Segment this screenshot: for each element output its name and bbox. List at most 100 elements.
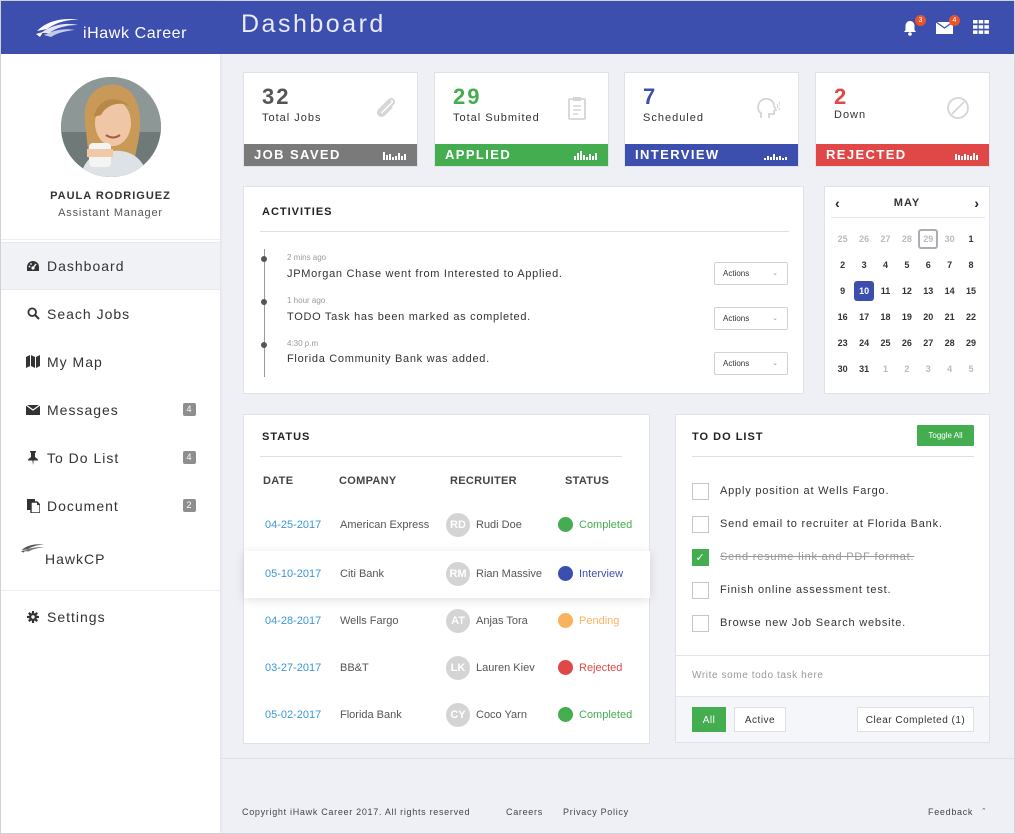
calendar-day[interactable]: 25 xyxy=(875,333,896,359)
stat-label: Scheduled xyxy=(643,112,704,124)
privacy-policy-link[interactable]: Privacy Policy xyxy=(563,807,629,817)
table-row[interactable]: 05-02-2017 Florida Bank CY Coco Yarn Complet… xyxy=(244,692,650,739)
calendar-day[interactable]: 2 xyxy=(832,255,853,281)
calendar-day[interactable]: 9 xyxy=(832,281,853,307)
apps-grid-button[interactable] xyxy=(973,20,991,38)
todo-text: Send email to recruiter at Florida Bank. xyxy=(720,518,943,530)
feedback-link[interactable]: Feedback ˆ xyxy=(928,807,986,817)
calendar-day[interactable]: 7 xyxy=(939,255,960,281)
todo-checkbox[interactable] xyxy=(692,482,709,500)
calendar-day[interactable]: 26 xyxy=(896,333,917,359)
stat-card-applied[interactable]: 29 Total Submited APPLIED xyxy=(434,72,609,167)
column-header-status[interactable]: STATUS xyxy=(565,475,609,487)
sidebar-item-search-jobs[interactable]: Seach Jobs xyxy=(1,290,220,338)
row-date[interactable]: 05-02-2017 xyxy=(265,709,321,721)
calendar-day[interactable]: 16 xyxy=(832,307,853,333)
sidebar-item-todo-list[interactable]: To Do List 4 xyxy=(1,434,220,482)
calendar-day[interactable]: 29 xyxy=(960,333,981,359)
calendar-prev-button[interactable]: ‹ xyxy=(835,195,840,211)
calendar-day[interactable]: 27 xyxy=(875,229,896,255)
calendar-day[interactable]: 4 xyxy=(875,255,896,281)
stat-card-interview[interactable]: 7 Scheduled INTERVIEW xyxy=(624,72,799,167)
stat-bar: APPLIED xyxy=(435,144,608,166)
calendar-day[interactable]: 11 xyxy=(875,281,896,307)
sidebar-item-document[interactable]: Document 2 xyxy=(1,482,220,530)
column-header-company[interactable]: COMPANY xyxy=(339,475,397,487)
column-header-date[interactable]: DATE xyxy=(263,475,293,487)
calendar-day[interactable]: 1 xyxy=(960,229,981,255)
divider xyxy=(831,217,985,218)
calendar-day[interactable]: 29 xyxy=(918,229,939,255)
calendar-day[interactable]: 1 xyxy=(875,359,896,385)
brand[interactable]: iHawk Career xyxy=(1,1,220,54)
calendar-day[interactable]: 26 xyxy=(853,229,874,255)
activity-actions-button[interactable]: Actions ⌄ xyxy=(714,352,788,375)
page-footer: Copyright iHawk Career 2017. All rights … xyxy=(220,758,1014,833)
row-date[interactable]: 04-28-2017 xyxy=(265,615,321,627)
sidebar-item-hawkcp[interactable]: HawkCP xyxy=(1,530,220,582)
messages-button[interactable]: 4 xyxy=(935,15,960,38)
calendar-day[interactable]: 23 xyxy=(832,333,853,359)
activity-actions-button[interactable]: Actions ⌄ xyxy=(714,307,788,330)
calendar-day[interactable]: 28 xyxy=(939,333,960,359)
table-row[interactable]: 04-28-2017 Wells Fargo AT Anjas Tora Pending xyxy=(244,598,650,645)
table-row[interactable]: 04-25-2017 American Express RD Rudi Doe Comp… xyxy=(244,502,650,549)
activity-actions-button[interactable]: Actions ⌄ xyxy=(714,262,788,285)
calendar-day[interactable]: 3 xyxy=(918,359,939,385)
filter-active-button[interactable]: Active xyxy=(734,707,786,732)
sidebar-item-messages[interactable]: Messages 4 xyxy=(1,386,220,434)
clear-completed-button[interactable]: Clear Completed (1) xyxy=(857,707,974,732)
new-todo-input[interactable]: Write some todo task here xyxy=(676,655,989,697)
calendar-day[interactable]: 5 xyxy=(960,359,981,385)
todo-checkbox[interactable]: ✓ xyxy=(692,548,709,566)
calendar-day[interactable]: 17 xyxy=(853,307,874,333)
avatar[interactable] xyxy=(60,77,161,177)
todo-item: Finish online assessment test. xyxy=(692,580,891,600)
row-date[interactable]: 03-27-2017 xyxy=(265,662,321,674)
calendar-day[interactable]: 14 xyxy=(939,281,960,307)
calendar-day[interactable]: 30 xyxy=(939,229,960,255)
notifications-button[interactable]: 3 xyxy=(902,15,926,38)
row-date[interactable]: 05-10-2017 xyxy=(265,568,321,580)
table-row[interactable]: 03-27-2017 BB&T LK Lauren Kiev Rejected xyxy=(244,645,650,692)
calendar-day-number: 16 xyxy=(837,312,848,322)
calendar-day[interactable]: 4 xyxy=(939,359,960,385)
stat-card-rejected[interactable]: 2 Down REJECTED xyxy=(815,72,990,167)
calendar-day[interactable]: 30 xyxy=(832,359,853,385)
calendar-day[interactable]: 22 xyxy=(960,307,981,333)
todo-checkbox[interactable] xyxy=(692,515,709,533)
sidebar-item-my-map[interactable]: My Map xyxy=(1,338,220,386)
calendar-day[interactable]: 24 xyxy=(853,333,874,359)
sidebar-item-dashboard[interactable]: Dashboard xyxy=(1,242,220,290)
calendar-next-button[interactable]: › xyxy=(974,195,979,211)
calendar-day[interactable]: 2 xyxy=(896,359,917,385)
calendar-day[interactable]: 21 xyxy=(939,307,960,333)
table-row[interactable]: 05-10-2017 Citi Bank RM Rian Massive Intervi… xyxy=(244,551,650,598)
calendar-day[interactable]: 13 xyxy=(918,281,939,307)
calendar-day[interactable]: 19 xyxy=(896,307,917,333)
calendar-day[interactable]: 15 xyxy=(960,281,981,307)
calendar-day[interactable]: 6 xyxy=(918,255,939,281)
calendar-day[interactable]: 10 xyxy=(853,281,875,307)
stat-card-job-saved[interactable]: 32 Total Jobs JOB SAVED xyxy=(243,72,418,167)
todo-checkbox[interactable] xyxy=(692,581,709,599)
todo-checkbox[interactable] xyxy=(692,614,709,632)
calendar-day[interactable]: 8 xyxy=(960,255,981,281)
calendar-day[interactable]: 18 xyxy=(875,307,896,333)
calendar-day[interactable]: 20 xyxy=(918,307,939,333)
calendar-day[interactable]: 12 xyxy=(896,281,917,307)
calendar-week: 23 24 25 26 27 28 29 xyxy=(832,333,982,359)
toggle-all-button[interactable]: Toggle All xyxy=(917,425,974,446)
calendar-day[interactable]: 27 xyxy=(918,333,939,359)
calendar-day[interactable]: 5 xyxy=(896,255,917,281)
careers-link[interactable]: Careers xyxy=(506,807,543,817)
calendar-day[interactable]: 3 xyxy=(853,255,874,281)
calendar-day[interactable]: 31 xyxy=(853,359,874,385)
stat-label: Total Submited xyxy=(453,112,540,124)
filter-all-button[interactable]: All xyxy=(692,707,726,732)
row-date[interactable]: 04-25-2017 xyxy=(265,519,321,531)
calendar-day[interactable]: 28 xyxy=(896,229,917,255)
calendar-day[interactable]: 25 xyxy=(832,229,853,255)
sidebar-item-settings[interactable]: Settings xyxy=(1,593,220,641)
column-header-recruiter[interactable]: RECRUITER xyxy=(450,475,517,487)
